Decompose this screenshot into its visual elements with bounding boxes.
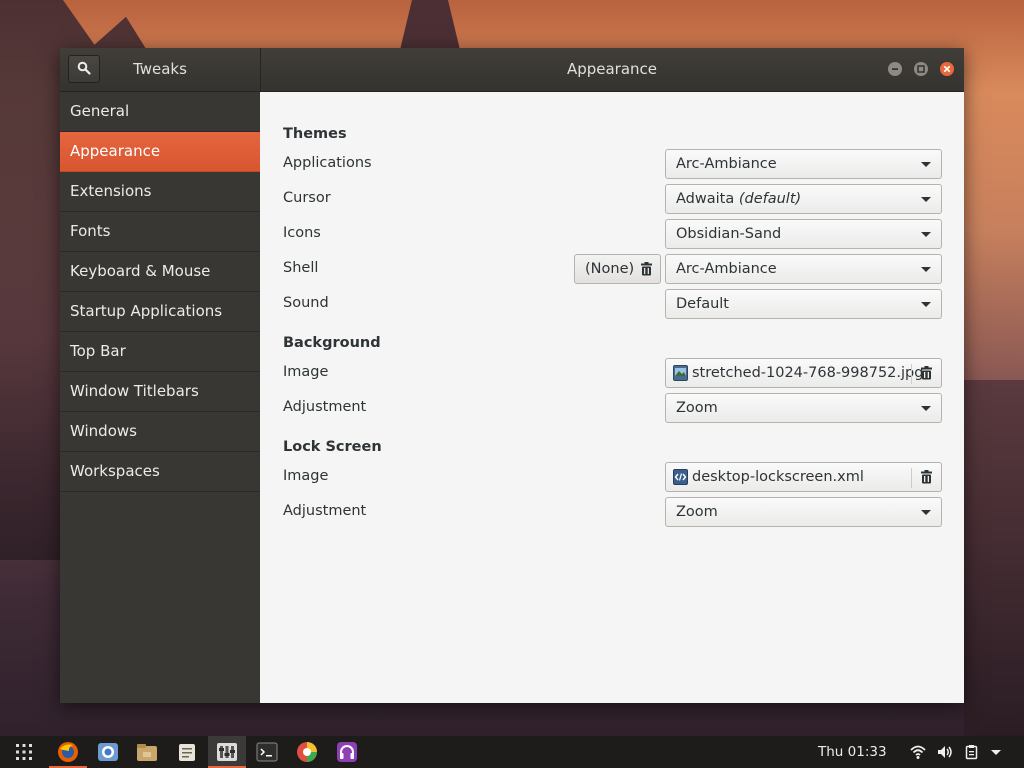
sidebar-item-fonts[interactable]: Fonts <box>60 212 260 252</box>
sidebar-item-window-titlebars[interactable]: Window Titlebars <box>60 372 260 412</box>
taskbar-chromium[interactable] <box>89 736 127 768</box>
sidebar-item-extensions[interactable]: Extensions <box>60 172 260 212</box>
tweaks-icon <box>217 743 237 761</box>
volume-icon[interactable] <box>937 744 953 760</box>
xml-file-icon <box>673 469 688 485</box>
cursor-theme-value: Adwaita <box>676 191 735 207</box>
shell-none-label: (None) <box>585 261 635 277</box>
headerbar-sidebar-part: Tweaks <box>60 48 261 91</box>
trash-icon[interactable] <box>920 470 933 484</box>
clipboard-icon[interactable] <box>964 744 980 760</box>
shell-theme-combo[interactable]: Arc-Ambiance <box>665 254 942 284</box>
sidebar-item-keyboard-mouse[interactable]: Keyboard & Mouse <box>60 252 260 292</box>
headerbar: Tweaks Appearance <box>60 48 964 92</box>
lock-screen-image-filename: desktop-lockscreen.xml <box>692 469 864 485</box>
maximize-button[interactable] <box>914 62 928 76</box>
applications-theme-combo[interactable]: Arc-Ambiance <box>665 149 942 179</box>
files-icon <box>137 744 157 761</box>
chevron-down-icon <box>921 406 931 411</box>
sidebar-item-startup-applications[interactable]: Startup Applications <box>60 292 260 332</box>
wifi-icon[interactable] <box>910 744 926 760</box>
gimp-icon <box>179 744 195 761</box>
trash-icon <box>641 262 652 276</box>
taskbar-gimp[interactable] <box>168 736 206 768</box>
search-icon <box>77 60 91 79</box>
system-menu-chevron-down-icon[interactable] <box>988 744 1004 760</box>
background-image-filename: stretched-1024-768-998752.jpg <box>692 365 924 381</box>
background-adjustment-combo[interactable]: Zoom <box>665 393 942 423</box>
taskbar-music[interactable] <box>328 736 366 768</box>
icons-theme-value: Obsidian-Sand <box>676 226 782 242</box>
taskbar-terminal[interactable] <box>248 736 286 768</box>
sound-label: Sound <box>283 295 329 311</box>
page-title: Appearance <box>566 60 658 78</box>
lock-screen-image-chooser[interactable]: desktop-lockscreen.xml <box>665 462 942 492</box>
image-file-icon <box>673 365 688 381</box>
desktop-wallpaper-rock <box>964 380 1024 740</box>
desktop-wallpaper-rock <box>400 0 460 50</box>
icons-theme-combo[interactable]: Obsidian-Sand <box>665 219 942 249</box>
show-applications-button[interactable] <box>10 740 38 764</box>
background-adjustment-value: Zoom <box>676 400 718 416</box>
lock-screen-adjustment-combo[interactable]: Zoom <box>665 497 942 527</box>
taskbar: Thu 01:33 <box>0 736 1024 768</box>
themes-heading: Themes <box>283 126 347 142</box>
app-title: Tweaks <box>133 60 187 78</box>
trash-icon[interactable] <box>920 366 933 380</box>
taskbar-color-picker[interactable] <box>288 736 326 768</box>
icons-label: Icons <box>283 225 321 241</box>
search-button[interactable] <box>68 55 100 83</box>
background-image-chooser[interactable]: stretched-1024-768-998752.jpg <box>665 358 942 388</box>
close-icon <box>943 65 951 73</box>
sound-theme-combo[interactable]: Default <box>665 289 942 319</box>
firefox-icon <box>58 742 78 762</box>
separator <box>911 364 912 384</box>
cursor-theme-default-suffix: (default) <box>738 191 802 207</box>
chevron-down-icon <box>921 232 931 237</box>
chevron-down-icon <box>921 197 931 202</box>
background-image-label: Image <box>283 364 329 380</box>
clock[interactable]: Thu 01:33 <box>818 736 887 768</box>
applications-theme-value: Arc-Ambiance <box>676 156 777 172</box>
close-button[interactable] <box>940 62 954 76</box>
shell-theme-value: Arc-Ambiance <box>676 261 777 277</box>
sidebar-item-workspaces[interactable]: Workspaces <box>60 452 260 492</box>
separator <box>911 468 912 488</box>
cursor-theme-combo[interactable]: Adwaita (default) <box>665 184 942 214</box>
appearance-panel: Themes Applications Arc-Ambiance Cursor … <box>260 92 964 703</box>
sound-theme-value: Default <box>676 296 729 312</box>
tweaks-window: Tweaks Appearance General Appearance Ext… <box>60 48 964 703</box>
maximize-icon <box>917 65 925 73</box>
sidebar-item-appearance[interactable]: Appearance <box>60 132 260 172</box>
sidebar-item-general[interactable]: General <box>60 92 260 132</box>
color-picker-icon <box>297 742 317 762</box>
sidebar-item-windows[interactable]: Windows <box>60 412 260 452</box>
lock-screen-heading: Lock Screen <box>283 439 382 455</box>
background-adjustment-label: Adjustment <box>283 399 367 415</box>
chevron-down-icon <box>921 510 931 515</box>
taskbar-tweaks[interactable] <box>208 736 246 768</box>
chevron-down-icon <box>921 302 931 307</box>
lock-screen-adjustment-label: Adjustment <box>283 503 367 519</box>
background-heading: Background <box>283 335 381 351</box>
minimize-button[interactable] <box>888 62 902 76</box>
applications-label: Applications <box>283 155 372 171</box>
sidebar: General Appearance Extensions Fonts Keyb… <box>60 92 261 703</box>
minimize-icon <box>892 68 898 70</box>
lock-screen-image-label: Image <box>283 468 329 484</box>
chevron-down-icon <box>921 267 931 272</box>
chromium-icon <box>98 743 118 761</box>
sidebar-item-top-bar[interactable]: Top Bar <box>60 332 260 372</box>
taskbar-files[interactable] <box>128 736 166 768</box>
shell-none-button[interactable]: (None) <box>574 254 661 284</box>
cursor-label: Cursor <box>283 190 331 206</box>
headphones-icon <box>337 742 357 762</box>
shell-label: Shell <box>283 260 319 276</box>
lock-screen-adjustment-value: Zoom <box>676 504 718 520</box>
taskbar-firefox[interactable] <box>49 736 87 768</box>
terminal-icon <box>256 742 278 762</box>
chevron-down-icon <box>921 162 931 167</box>
app-grid-icon <box>16 744 32 760</box>
